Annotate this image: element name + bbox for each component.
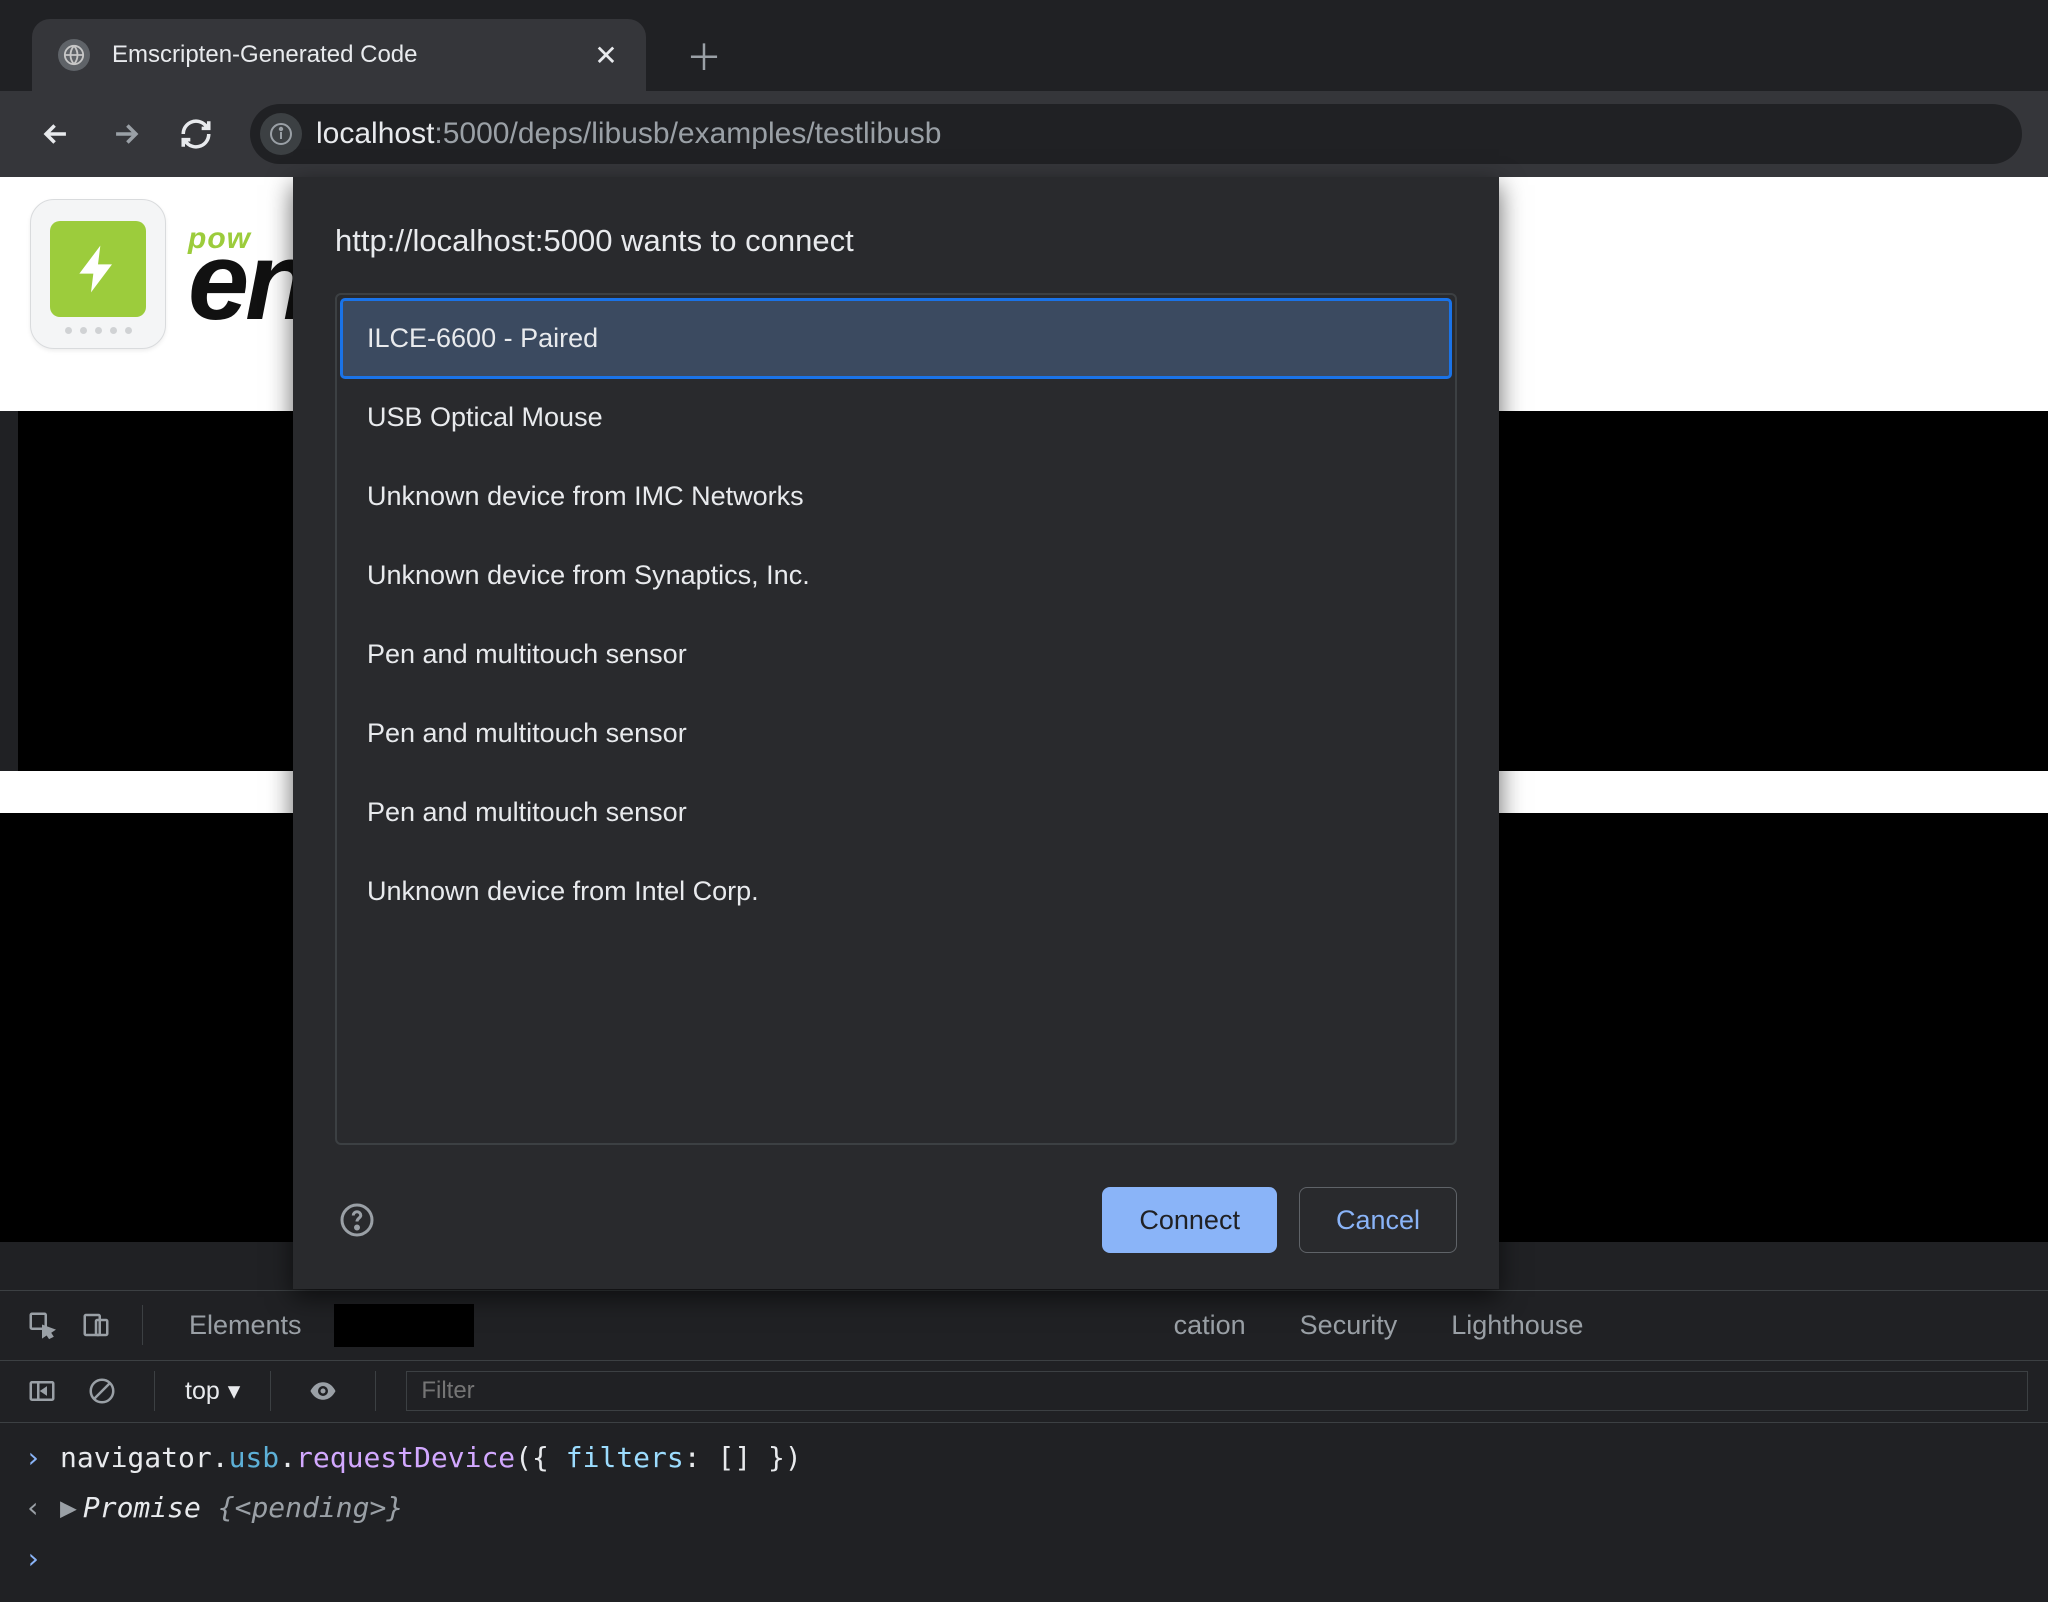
- console-toolbar: top ▾: [0, 1361, 2048, 1423]
- clear-console-icon[interactable]: [80, 1369, 124, 1413]
- device-item[interactable]: USB Optical Mouse: [341, 378, 1451, 457]
- close-icon[interactable]: ✕: [592, 39, 620, 72]
- console-input-row: › navigator.usb.requestDevice({ filters:…: [22, 1433, 2026, 1483]
- tab-lighthouse[interactable]: Lighthouse: [1429, 1310, 1605, 1341]
- tab-elements[interactable]: Elements: [167, 1310, 324, 1341]
- console-result[interactable]: ▶Promise {<pending>}: [60, 1483, 403, 1533]
- device-item[interactable]: Unknown device from Synaptics, Inc.: [341, 536, 1451, 615]
- globe-icon: [58, 39, 90, 71]
- prompt-icon: ›: [22, 1534, 44, 1584]
- usb-device-chooser-dialog: http://localhost:5000 wants to connect I…: [293, 177, 1499, 1289]
- tab-application[interactable]: Application: [1114, 1310, 1268, 1341]
- inspect-element-icon[interactable]: [20, 1303, 64, 1347]
- address-bar[interactable]: localhost:5000/deps/libusb/examples/test…: [250, 104, 2022, 164]
- device-item[interactable]: Unknown device from IMC Networks: [341, 457, 1451, 536]
- tab-console[interactable]: .: [334, 1304, 474, 1347]
- logo-tile: [30, 199, 166, 349]
- dialog-title: http://localhost:5000 wants to connect: [335, 223, 1457, 259]
- emscripten-logo: pow en: [30, 199, 308, 349]
- new-tab-button[interactable]: ＋: [676, 27, 732, 83]
- site-info-icon[interactable]: [260, 113, 302, 155]
- browser-tab[interactable]: Emscripten-Generated Code ✕: [32, 19, 646, 91]
- browser-toolbar: localhost:5000/deps/libusb/examples/test…: [0, 91, 2048, 177]
- prompt-icon: ›: [22, 1433, 44, 1483]
- chevron-down-icon: ▾: [228, 1376, 241, 1406]
- device-item[interactable]: ILCE-6600 - Paired: [341, 299, 1451, 378]
- reload-button[interactable]: [166, 104, 226, 164]
- device-item[interactable]: Pen and multitouch sensor: [341, 773, 1451, 852]
- console-result-row: ‹ ▶Promise {<pending>}: [22, 1483, 2026, 1533]
- context-selector[interactable]: top ▾: [185, 1376, 240, 1406]
- sidebar-toggle-icon[interactable]: [20, 1369, 64, 1413]
- device-list[interactable]: ILCE-6600 - Paired USB Optical Mouse Unk…: [335, 293, 1457, 1145]
- back-button[interactable]: [26, 104, 86, 164]
- device-item[interactable]: Pen and multitouch sensor: [341, 615, 1451, 694]
- live-expression-icon[interactable]: [301, 1369, 345, 1413]
- connect-button[interactable]: Connect: [1102, 1187, 1277, 1253]
- filter-input[interactable]: [406, 1371, 2028, 1411]
- result-icon: ‹: [22, 1483, 44, 1533]
- device-toolbar-icon[interactable]: [74, 1303, 118, 1347]
- console-output: › navigator.usb.requestDevice({ filters:…: [0, 1423, 2048, 1602]
- expand-triangle-icon[interactable]: ▶: [60, 1491, 77, 1524]
- bolt-icon: [50, 221, 146, 317]
- cancel-button[interactable]: Cancel: [1299, 1187, 1457, 1253]
- tab-strip: Emscripten-Generated Code ✕ ＋: [0, 0, 2048, 91]
- url-text: localhost:5000/deps/libusb/examples/test…: [316, 117, 941, 151]
- devtools-tab-bar: Elements . . . . . Application Security …: [0, 1291, 2048, 1361]
- devtools-panel: Elements . . . . . Application Security …: [0, 1290, 2048, 1602]
- logo-main-text: en: [188, 238, 308, 326]
- device-item[interactable]: Unknown device from Intel Corp.: [341, 852, 1451, 931]
- tab-security[interactable]: Security: [1278, 1310, 1420, 1341]
- forward-button[interactable]: [96, 104, 156, 164]
- console-code: navigator.usb.requestDevice({ filters: […: [60, 1433, 802, 1483]
- tab-title: Emscripten-Generated Code: [112, 41, 570, 69]
- console-prompt-row[interactable]: ›: [22, 1534, 2026, 1584]
- device-item[interactable]: Pen and multitouch sensor: [341, 694, 1451, 773]
- help-icon[interactable]: [335, 1198, 379, 1242]
